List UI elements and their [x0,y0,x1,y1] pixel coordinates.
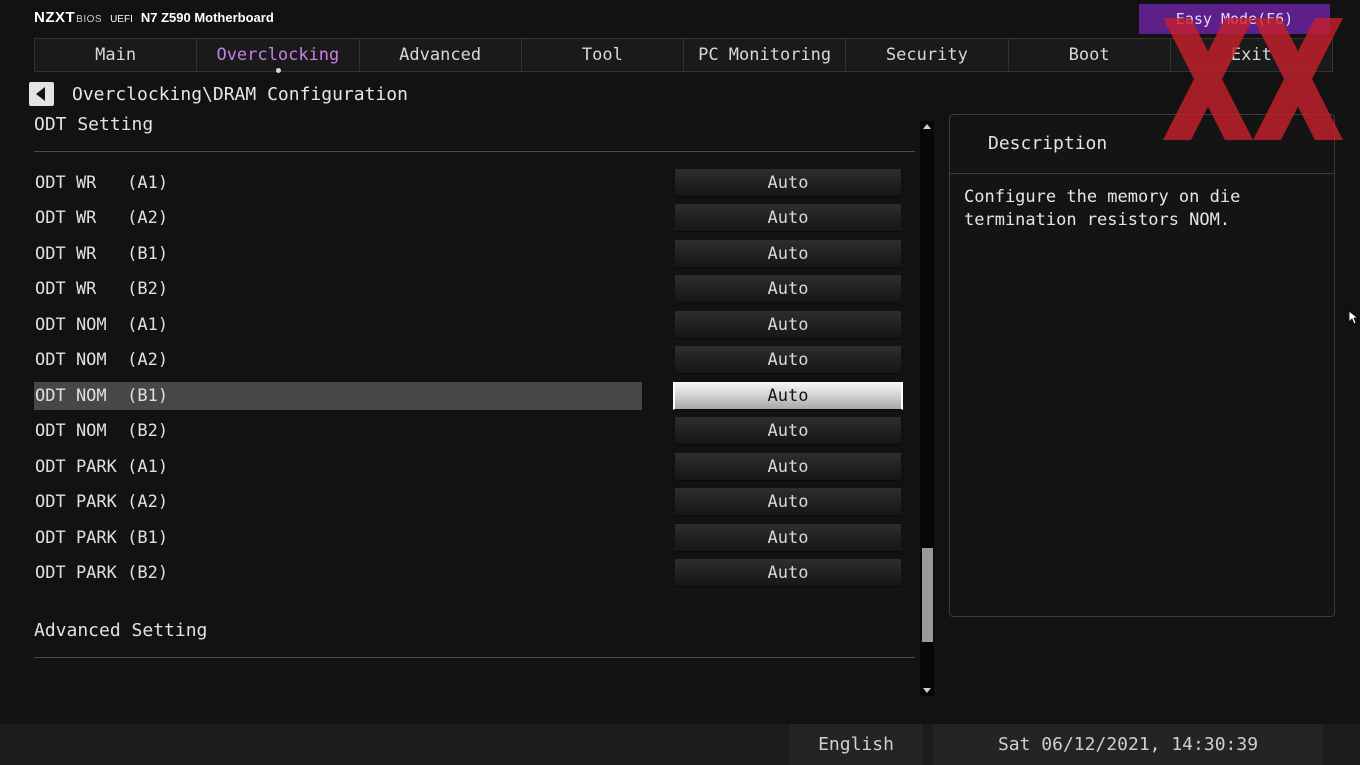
description-panel: Description Configure the memory on die … [949,114,1335,617]
tab-advanced[interactable]: Advanced [358,38,522,72]
setting-label[interactable]: ODT WR (B1) [34,240,642,268]
tab-main[interactable]: Main [34,38,198,72]
scrollbar[interactable] [920,121,934,696]
setting-label[interactable]: ODT NOM (A1) [34,311,642,339]
setting-value-button[interactable]: Auto [675,488,901,516]
watermark-logo-icon [1163,18,1343,140]
setting-label[interactable]: ODT PARK (A1) [34,453,642,481]
mouse-pointer-icon [1349,311,1359,325]
setting-value-button[interactable]: Auto [675,417,901,445]
main-tab-bar: Main Overclocking Advanced Tool PC Monit… [34,38,1333,73]
setting-value-button[interactable]: Auto [675,524,901,552]
setting-row-odt-nom-a1: ODT NOM (A1) Auto [34,311,904,339]
setting-row-odt-wr-b1: ODT WR (B1) Auto [34,240,904,268]
brand-logo: NZXT [34,9,76,26]
section-divider [34,657,915,658]
scroll-up-arrow-icon[interactable] [923,124,931,129]
setting-value-button[interactable]: Auto [675,169,901,197]
setting-row-odt-wr-a1: ODT WR (A1) Auto [34,169,904,197]
setting-value-button-selected[interactable]: Auto [673,382,903,410]
setting-row-odt-wr-b2: ODT WR (B2) Auto [34,275,904,303]
brand-uefi-label: UEFI [110,14,133,25]
tab-overclocking[interactable]: Overclocking [196,38,360,73]
language-selector[interactable]: English [790,724,922,765]
setting-value-button[interactable]: Auto [675,346,901,374]
setting-label[interactable]: ODT PARK (B1) [34,524,642,552]
setting-row-odt-nom-a2: ODT NOM (A2) Auto [34,346,904,374]
setting-value-button[interactable]: Auto [675,559,901,587]
setting-row-odt-nom-b2: ODT NOM (B2) Auto [34,417,904,445]
date-time-display[interactable]: Sat 06/12/2021, 14:30:39 [933,724,1323,765]
setting-row-odt-park-a2: ODT PARK (A2) Auto [34,488,904,516]
setting-label[interactable]: ODT PARK (B2) [34,559,642,587]
setting-row-odt-nom-b1: ODT NOM (B1) Auto [34,382,904,410]
section-divider [34,151,915,152]
setting-row-odt-wr-a2: ODT WR (A2) Auto [34,204,904,232]
setting-value-button[interactable]: Auto [675,453,901,481]
scrollbar-thumb[interactable] [922,548,933,642]
setting-label[interactable]: ODT WR (B2) [34,275,642,303]
setting-label[interactable]: ODT NOM (B2) [34,417,642,445]
status-bar: English Sat 06/12/2021, 14:30:39 [0,724,1360,765]
setting-value-button[interactable]: Auto [675,275,901,303]
setting-label-selected[interactable]: ODT NOM (B1) [34,382,642,410]
setting-value-button[interactable]: Auto [675,240,901,268]
setting-row-odt-park-b1: ODT PARK (B1) Auto [34,524,904,552]
brand-header: NZXT BIOS UEFI N7 Z590 Motherboard [34,9,274,29]
setting-value-button[interactable]: Auto [675,204,901,232]
breadcrumb: Overclocking\DRAM Configuration [72,84,408,105]
setting-value-button[interactable]: Auto [675,311,901,339]
setting-label[interactable]: ODT PARK (A2) [34,488,642,516]
tab-boot[interactable]: Boot [1007,38,1171,72]
back-button[interactable] [29,82,54,106]
section-title-advanced[interactable]: Advanced Setting [34,620,207,641]
motherboard-model: N7 Z590 Motherboard [140,10,274,25]
back-arrow-icon [35,87,45,101]
scroll-down-arrow-icon[interactable] [923,688,931,693]
tab-security[interactable]: Security [845,38,1009,72]
section-title-odt: ODT Setting [34,114,154,135]
brand-bios-label: BIOS [76,14,103,25]
setting-row-odt-park-b2: ODT PARK (B2) Auto [34,559,904,587]
setting-label[interactable]: ODT NOM (A2) [34,346,642,374]
setting-label[interactable]: ODT WR (A2) [34,204,642,232]
setting-label[interactable]: ODT WR (A1) [34,169,642,197]
description-text: Configure the memory on die termination … [964,187,1241,230]
setting-row-odt-park-a1: ODT PARK (A1) Auto [34,453,904,481]
tab-tool[interactable]: Tool [520,38,684,72]
tab-pc-monitoring[interactable]: PC Monitoring [683,38,847,72]
